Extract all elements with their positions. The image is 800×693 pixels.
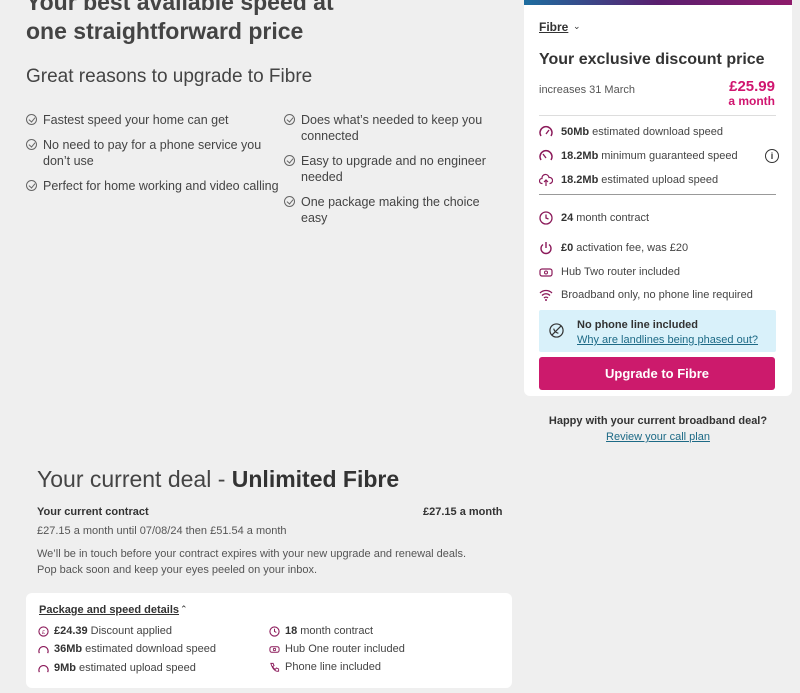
- reason-item: No need to pay for a phone service you d…: [26, 137, 284, 169]
- reason-text: Does what’s needed to keep you connected: [301, 113, 483, 143]
- info-icon[interactable]: i: [765, 149, 779, 163]
- check-circle-icon: [26, 180, 37, 191]
- power-icon: [540, 242, 552, 255]
- router-icon: [539, 268, 553, 277]
- wifi-icon: [539, 289, 553, 301]
- check-circle-icon: [284, 196, 295, 207]
- speed-download: 50Mb estimated download speed: [539, 125, 723, 139]
- no-phone-line-notice: No phone line included Why are landlines…: [539, 310, 776, 352]
- current-deal-title: Your current deal - Unlimited Fibre: [37, 466, 399, 493]
- cloud-upload-icon: [539, 173, 553, 186]
- speed-label: minimum guaranteed speed: [601, 150, 738, 162]
- package-label: estimated upload speed: [79, 662, 196, 674]
- package-label: month contract: [300, 625, 374, 637]
- package-label: estimated download speed: [85, 643, 216, 655]
- package-item: Hub One router included: [269, 643, 405, 655]
- contract-label: Your current contract: [37, 506, 149, 518]
- feature-label: Hub Two router included: [561, 266, 681, 278]
- divider: [539, 194, 776, 195]
- offer-title: Your exclusive discount price: [539, 51, 765, 68]
- reason-text: Easy to upgrade and no engineer needed: [301, 154, 486, 184]
- activation-fee: £0 activation fee, was £20: [539, 241, 688, 255]
- chevron-up-icon[interactable]: ⌃: [180, 604, 188, 615]
- landlines-phased-out-link[interactable]: Why are landlines being phased out?: [577, 334, 758, 346]
- speed-value: 50Mb: [561, 126, 590, 138]
- happy-current-deal-text: Happy with your current broadband deal?: [548, 415, 768, 427]
- divider: [539, 115, 776, 116]
- clock-icon: [539, 211, 553, 225]
- speed-value: 18.2Mb: [561, 174, 599, 186]
- feature-label: month contract: [576, 212, 650, 224]
- router-included: Hub Two router included: [539, 265, 680, 279]
- price-increase-note: increases 31 March: [539, 84, 635, 96]
- hero-subtitle: Great reasons to upgrade to Fibre: [26, 66, 313, 87]
- reason-text: No need to pay for a phone service you d…: [43, 138, 262, 168]
- reason-item: One package making the choice easy: [284, 194, 496, 226]
- reason-item: Easy to upgrade and no engineer needed: [284, 153, 496, 185]
- speed-label: estimated download speed: [592, 126, 723, 138]
- package-label: Phone line included: [285, 661, 382, 673]
- svg-text:£: £: [42, 629, 45, 635]
- package-details-card: Package and speed details ⌃ £ £24.39 Disc…: [26, 593, 512, 688]
- review-call-plan-link[interactable]: Review your call plan: [524, 431, 792, 443]
- package-value: 18: [285, 625, 298, 637]
- phone-icon: [270, 662, 280, 672]
- router-icon: [269, 645, 280, 653]
- speed-minimum: 18.2Mb minimum guaranteed speed: [539, 149, 738, 163]
- product-selector[interactable]: Fibre: [539, 20, 568, 34]
- package-label: Discount applied: [90, 625, 172, 637]
- contract-price: £27.15 a month: [423, 506, 503, 518]
- package-item: £ £24.39 Discount applied: [38, 625, 172, 637]
- reasons-list: Fastest speed your home can get No need …: [26, 112, 496, 226]
- reason-item: Does what’s needed to keep you connected: [284, 112, 496, 144]
- current-deal-prefix: Your current deal -: [37, 466, 232, 492]
- package-item: Phone line included: [269, 661, 381, 673]
- current-deal-name: Unlimited Fibre: [231, 466, 400, 492]
- upgrade-button[interactable]: Upgrade to Fibre: [539, 357, 775, 390]
- package-details-toggle[interactable]: Package and speed details: [39, 604, 179, 616]
- package-value: 36Mb: [54, 643, 83, 655]
- speed-value: 18.2Mb: [561, 150, 599, 162]
- offer-card: Fibre ⌄ Your exclusive discount price in…: [524, 0, 792, 396]
- reason-text: One package making the choice easy: [301, 195, 480, 225]
- discount-icon: £: [38, 625, 49, 637]
- contract-length: 24 month contract: [539, 211, 649, 225]
- feature-value: £0: [561, 242, 574, 254]
- package-item: 36Mb estimated download speed: [38, 643, 216, 655]
- package-value: £24.39: [54, 625, 88, 637]
- check-circle-icon: [284, 114, 295, 125]
- contract-detail: £27.15 a month until 07/08/24 then £51.5…: [37, 525, 287, 537]
- reason-text: Fastest speed your home can get: [43, 113, 229, 127]
- speed-label: estimated upload speed: [601, 174, 719, 186]
- package-label: Hub One router included: [285, 643, 405, 655]
- reason-item: Perfect for home working and video calli…: [26, 178, 284, 194]
- offer-price-unit: a month: [728, 94, 775, 108]
- check-circle-icon: [26, 139, 37, 150]
- feature-label: activation fee, was £20: [576, 242, 689, 254]
- renewal-message-line: Pop back soon and keep your eyes peeled …: [37, 564, 318, 576]
- gauge-icon: [539, 126, 553, 137]
- notice-title: No phone line included: [577, 319, 698, 331]
- hero-title: Your best available speed at one straigh…: [26, 0, 334, 44]
- offer-price: £25.99: [729, 78, 775, 95]
- gauge-icon: [38, 645, 49, 653]
- chevron-down-icon[interactable]: ⌄: [573, 21, 581, 32]
- renewal-message: We’ll be in touch before your contract e…: [37, 546, 477, 578]
- broadband-only: Broadband only, no phone line required: [539, 288, 753, 302]
- gauge-min-icon: [539, 150, 553, 161]
- clock-icon: [269, 625, 280, 637]
- no-phone-icon: [549, 323, 564, 338]
- reason-text: Perfect for home working and video calli…: [43, 179, 279, 193]
- renewal-message-line: We’ll be in touch before your contract e…: [37, 548, 467, 560]
- package-item: 9Mb estimated upload speed: [38, 662, 196, 674]
- reason-item: Fastest speed your home can get: [26, 112, 284, 128]
- speed-upload: 18.2Mb estimated upload speed: [539, 173, 718, 187]
- check-circle-icon: [284, 155, 295, 166]
- package-value: 9Mb: [54, 662, 76, 674]
- check-circle-icon: [26, 114, 37, 125]
- feature-value: 24: [561, 212, 574, 224]
- gauge-icon: [38, 664, 49, 672]
- feature-label: Broadband only, no phone line required: [561, 289, 753, 301]
- package-item: 18 month contract: [269, 625, 373, 637]
